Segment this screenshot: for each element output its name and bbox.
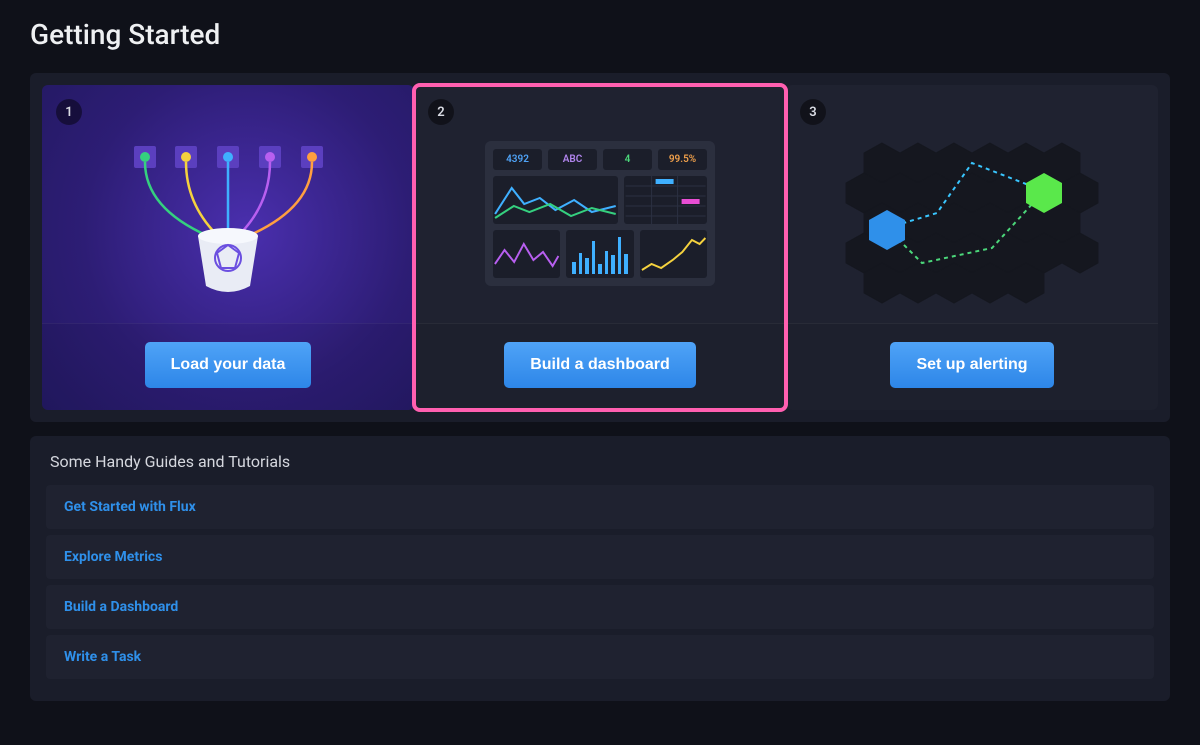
mini-line-chart-icon [493, 176, 618, 224]
guide-link-build-dashboard[interactable]: Build a Dashboard [46, 585, 1154, 629]
build-dashboard-button[interactable]: Build a dashboard [504, 342, 696, 388]
page-title: Getting Started [30, 18, 1170, 51]
bucket-icon [98, 118, 358, 308]
step-badge-3: 3 [800, 99, 826, 125]
guide-link-explore-metrics[interactable]: Explore Metrics [46, 535, 1154, 579]
guides-panel: Some Handy Guides and Tutorials Get Star… [30, 436, 1170, 701]
step-badge-2: 2 [428, 99, 454, 125]
mini-bars-icon [566, 230, 633, 278]
mini-spark-purple-icon [493, 230, 560, 278]
alerting-illustration [786, 85, 1158, 323]
mini-stat-1: 4392 [493, 149, 542, 170]
guide-link-flux[interactable]: Get Started with Flux [46, 485, 1154, 529]
mini-stat-3: 4 [603, 149, 652, 170]
mini-spark-yellow-icon [640, 230, 707, 278]
step-badge-1: 1 [56, 99, 82, 125]
load-data-illustration [42, 85, 414, 323]
dashboard-illustration: 4392 ABC 4 99.5% [414, 85, 786, 323]
setup-alerting-button[interactable]: Set up alerting [890, 342, 1053, 388]
mini-stat-4: 99.5% [658, 149, 707, 170]
mini-stat-2: ABC [548, 149, 597, 170]
steps-panel: 1 [30, 73, 1170, 422]
step-card-load-data: 1 [42, 85, 414, 410]
load-data-button[interactable]: Load your data [145, 342, 312, 388]
step-card-alerting: 3 [786, 85, 1158, 410]
step-card-build-dashboard: 2 4392 ABC 4 99.5% [414, 85, 786, 410]
hexgrid-icon [822, 113, 1122, 313]
guide-link-write-task[interactable]: Write a Task [46, 635, 1154, 679]
mini-table-icon [624, 176, 707, 224]
guides-title: Some Handy Guides and Tutorials [46, 452, 1154, 471]
